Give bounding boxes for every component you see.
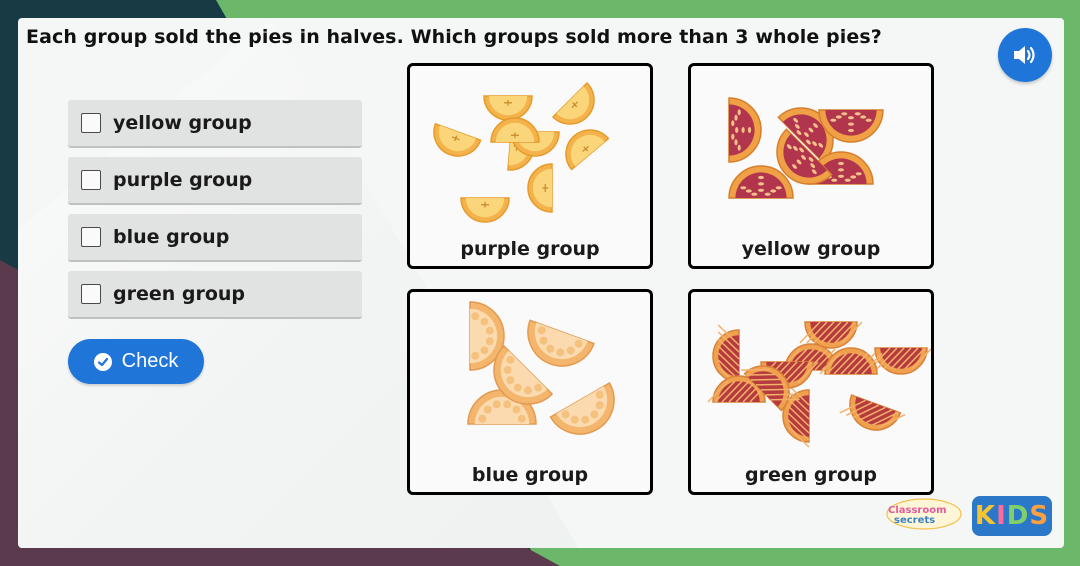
pie-vent — [735, 127, 739, 133]
pie-vent — [758, 182, 764, 186]
pie-vent — [747, 127, 752, 133]
pie-halves — [728, 97, 884, 199]
pie-decoration — [485, 337, 494, 346]
kids-letter: K — [974, 501, 997, 531]
pie-vent — [734, 114, 738, 121]
pie-half — [460, 197, 510, 223]
pie-decoration — [503, 400, 512, 409]
audio-button[interactable] — [998, 28, 1052, 82]
pie-half — [551, 81, 595, 125]
panel-yellow-group: yellow group — [688, 63, 934, 269]
pie-vent — [741, 127, 745, 133]
pie-vent — [737, 109, 741, 116]
option-label: blue group — [113, 226, 230, 248]
panel-caption: green group — [744, 464, 878, 486]
pie-vent — [844, 178, 851, 182]
option-green-group[interactable]: green group — [68, 271, 362, 319]
pie-vent — [838, 174, 844, 178]
pie-vent — [850, 175, 857, 179]
kids-logo: K I D S — [972, 496, 1052, 536]
pie-decoration — [480, 317, 489, 326]
pie-vent — [831, 178, 838, 182]
answer-options: yellow group purple group blue group gre… — [68, 100, 362, 328]
pie-halves — [467, 301, 615, 435]
option-blue-group[interactable]: blue group — [68, 214, 362, 262]
pie-half — [565, 129, 610, 171]
pie-half — [433, 122, 482, 157]
check-button[interactable]: Check — [68, 339, 204, 384]
pie-half — [728, 97, 762, 163]
pie-halves — [433, 81, 610, 223]
kids-letter: D — [1006, 501, 1030, 531]
pie-vent — [740, 186, 747, 190]
checkbox[interactable] — [81, 227, 101, 247]
pie-half — [549, 381, 615, 435]
kids-letter: I — [996, 501, 1007, 531]
pie-half — [490, 117, 540, 143]
pie-vent — [838, 161, 844, 166]
pie-vent — [751, 192, 758, 196]
checkbox[interactable] — [81, 170, 101, 190]
pie-decoration — [483, 405, 492, 414]
pie-vent — [848, 122, 854, 126]
option-label: purple group — [113, 169, 253, 191]
pie-vent — [838, 168, 844, 172]
pie-vent — [841, 112, 848, 116]
pie-vent — [860, 115, 867, 119]
classroom-secrets-kids-logo: Classroom secrets K I D S — [886, 492, 1054, 538]
pie-half — [869, 347, 931, 375]
pie-vent — [758, 175, 764, 180]
check-label: Check — [121, 350, 179, 372]
checkbox[interactable] — [81, 113, 101, 133]
kids-letter: S — [1029, 501, 1050, 531]
checkbox[interactable] — [81, 284, 101, 304]
option-yellow-group[interactable]: yellow group — [68, 100, 362, 148]
question-card: Each group sold the pies in halves. Whic… — [18, 18, 1064, 548]
pie-decoration — [512, 405, 521, 414]
pie-vent — [848, 116, 854, 120]
pie-halves — [707, 321, 931, 448]
pie-vent — [731, 120, 735, 127]
panel-green-group: green group — [688, 289, 934, 495]
pie-vent — [855, 172, 862, 176]
question-text: Each group sold the pies in halves. Whic… — [26, 26, 882, 48]
pie-vent — [764, 192, 771, 196]
panel-purple-group: purple group — [407, 63, 653, 269]
pie-decoration — [492, 400, 501, 409]
pie-decoration — [471, 351, 480, 360]
brand-word-2: secrets — [894, 515, 936, 526]
panel-caption: yellow group — [741, 238, 881, 260]
speaker-icon — [1014, 46, 1035, 64]
pie-vent — [745, 189, 752, 193]
pie-decoration — [480, 346, 489, 355]
pie-decoration — [471, 312, 480, 321]
panel-caption: blue group — [471, 464, 589, 486]
pie-vent — [835, 115, 842, 119]
option-label: yellow group — [113, 112, 252, 134]
pie-half — [483, 95, 533, 121]
pie-vent — [854, 112, 861, 116]
option-purple-group[interactable]: purple group — [68, 157, 362, 205]
pie-vent — [830, 118, 837, 122]
pie-decoration — [485, 326, 494, 335]
checkmark-icon — [93, 352, 112, 371]
panel-blue-group: blue group — [407, 289, 653, 495]
pie-vent — [737, 144, 741, 151]
pie-vent — [865, 118, 872, 122]
pie-vent — [758, 188, 764, 192]
pie-vent — [775, 186, 782, 190]
pie-vent — [770, 189, 777, 193]
pie-half — [527, 163, 553, 213]
pie-half — [527, 319, 595, 367]
classroom-secrets-logo: Classroom secrets — [886, 498, 962, 530]
pie-decoration — [478, 414, 487, 423]
pie-vent — [731, 133, 735, 140]
pie-vent — [734, 139, 738, 146]
panel-caption: purple group — [460, 238, 600, 260]
option-label: green group — [113, 283, 246, 305]
pie-decoration — [517, 414, 526, 423]
pie-half — [839, 394, 906, 431]
pie-vent — [848, 128, 854, 133]
